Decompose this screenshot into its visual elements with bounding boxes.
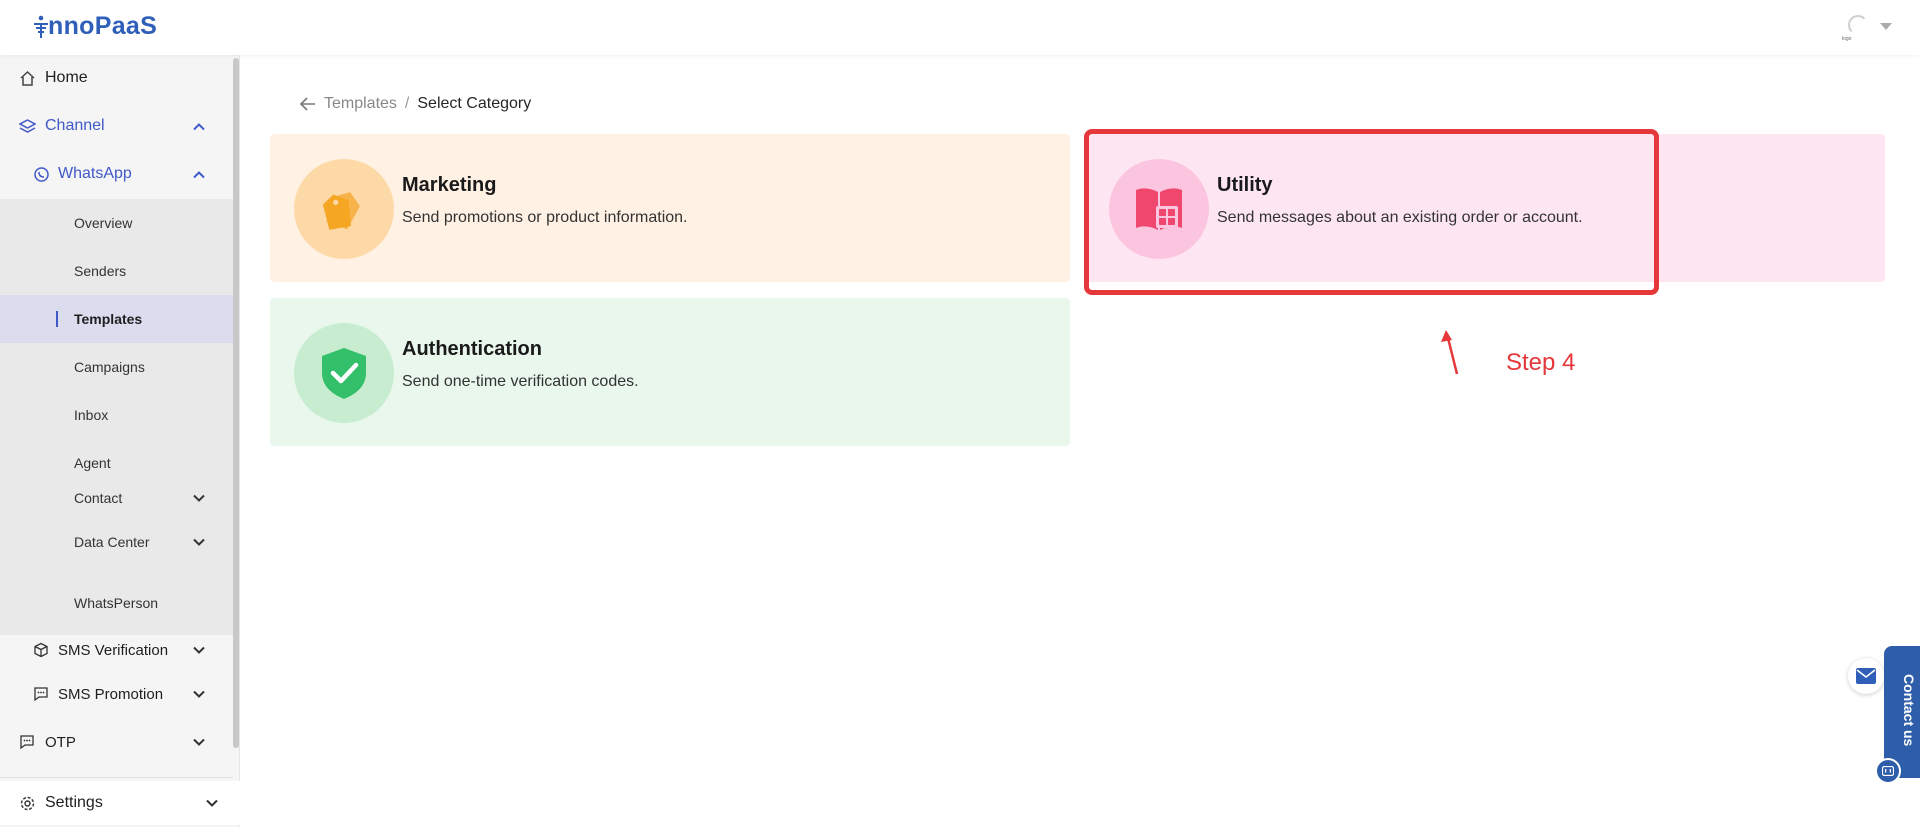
sidebar-item-templates[interactable]: Templates xyxy=(74,311,142,327)
message-icon xyxy=(18,733,36,751)
sidebar-item-label: SMS Verification xyxy=(58,641,169,659)
sidebar-item-label: Data Center xyxy=(74,534,150,550)
chevron-down-icon xyxy=(193,535,205,550)
shield-check-icon xyxy=(294,323,394,423)
sidebar-item-label: Home xyxy=(45,69,88,86)
breadcrumb-separator: / xyxy=(404,95,410,112)
logo-text: nnoPaaS xyxy=(48,12,158,40)
chevron-down-icon xyxy=(193,687,205,702)
breadcrumb-templates-link[interactable]: Templates xyxy=(324,95,397,113)
sidebar-item-overview[interactable]: Overview xyxy=(74,215,132,231)
chevron-down-icon xyxy=(206,796,218,811)
layers-icon xyxy=(18,117,36,135)
chevron-down-icon xyxy=(193,643,205,658)
chat-icon xyxy=(1882,766,1894,776)
sidebar-item-label: Settings xyxy=(45,794,103,811)
sidebar-item-inbox[interactable]: Inbox xyxy=(74,407,108,423)
cube-icon xyxy=(32,641,50,659)
sidebar-item-contact[interactable]: Contact xyxy=(0,478,233,518)
sidebar-item-home[interactable]: Home xyxy=(0,56,233,100)
caret-down-icon[interactable] xyxy=(1880,23,1892,31)
sidebar-item-campaigns[interactable]: Campaigns xyxy=(74,359,145,375)
mail-button[interactable] xyxy=(1848,658,1884,694)
sidebar-item-whatsperson[interactable]: WhatsPerson xyxy=(74,595,158,611)
breadcrumb: Templates / Select Category xyxy=(300,95,531,113)
category-title: Authentication xyxy=(402,338,542,360)
chevron-up-icon xyxy=(193,167,205,182)
breadcrumb-current: Select Category xyxy=(417,95,532,112)
annotation-arrow-icon xyxy=(1441,330,1459,375)
sidebar-item-whatsapp[interactable]: WhatsApp xyxy=(0,152,233,196)
sidebar-item-label: Channel xyxy=(45,117,105,134)
sidebar-item-senders[interactable]: Senders xyxy=(74,263,126,279)
sidebar-item-sms-promotion[interactable]: SMS Promotion xyxy=(0,672,233,716)
category-card-marketing[interactable]: Marketing Send promotions or product inf… xyxy=(270,134,1070,282)
chevron-down-icon xyxy=(193,491,205,506)
sidebar-item-label: Contact xyxy=(74,490,123,506)
sidebar-scrollbar[interactable] xyxy=(233,58,239,748)
active-item-indicator xyxy=(56,311,58,327)
chevron-down-icon xyxy=(193,735,205,750)
sidebar: Home Channel WhatsApp Overview Senders T… xyxy=(0,55,240,827)
sidebar-item-sms-verification[interactable]: SMS Verification xyxy=(0,628,233,672)
mail-icon xyxy=(1856,668,1876,684)
top-bar: nnoPaaS logo xyxy=(0,0,1920,55)
chat-button[interactable] xyxy=(1875,758,1901,784)
sidebar-item-otp[interactable]: OTP xyxy=(0,720,233,764)
annotation-step-label: Step 4 xyxy=(1506,349,1576,376)
avatar[interactable]: logo xyxy=(1840,12,1874,42)
sidebar-item-agent[interactable]: Agent xyxy=(74,455,111,471)
annotation-highlight-box xyxy=(1084,129,1659,295)
logo-mark-icon xyxy=(34,15,48,38)
sidebar-item-channel[interactable]: Channel xyxy=(0,104,233,148)
category-description: Send one-time verification codes. xyxy=(402,373,639,390)
home-icon xyxy=(18,69,36,87)
chevron-up-icon xyxy=(193,119,205,134)
arrow-left-icon[interactable] xyxy=(300,97,316,111)
user-menu[interactable]: logo xyxy=(1840,12,1892,42)
sidebar-item-label: SMS Promotion xyxy=(58,685,164,703)
sidebar-divider xyxy=(0,777,233,778)
sidebar-item-label: OTP xyxy=(45,733,76,751)
avatar-caption: logo xyxy=(1842,36,1852,42)
category-description: Send promotions or product information. xyxy=(402,209,688,226)
category-title: Marketing xyxy=(402,174,497,196)
category-card-authentication[interactable]: Authentication Send one-time verificatio… xyxy=(270,298,1070,446)
price-tag-icon xyxy=(294,159,394,259)
message-icon xyxy=(32,685,50,703)
contact-us-label[interactable]: Contact us xyxy=(1887,660,1917,760)
sidebar-item-settings[interactable]: Settings xyxy=(0,781,240,825)
sidebar-item-data-center[interactable]: Data Center xyxy=(0,522,233,562)
app-logo[interactable]: nnoPaaS xyxy=(34,12,157,41)
sidebar-item-label: WhatsApp xyxy=(58,165,132,182)
gear-icon xyxy=(18,794,36,812)
whatsapp-icon xyxy=(32,165,50,183)
